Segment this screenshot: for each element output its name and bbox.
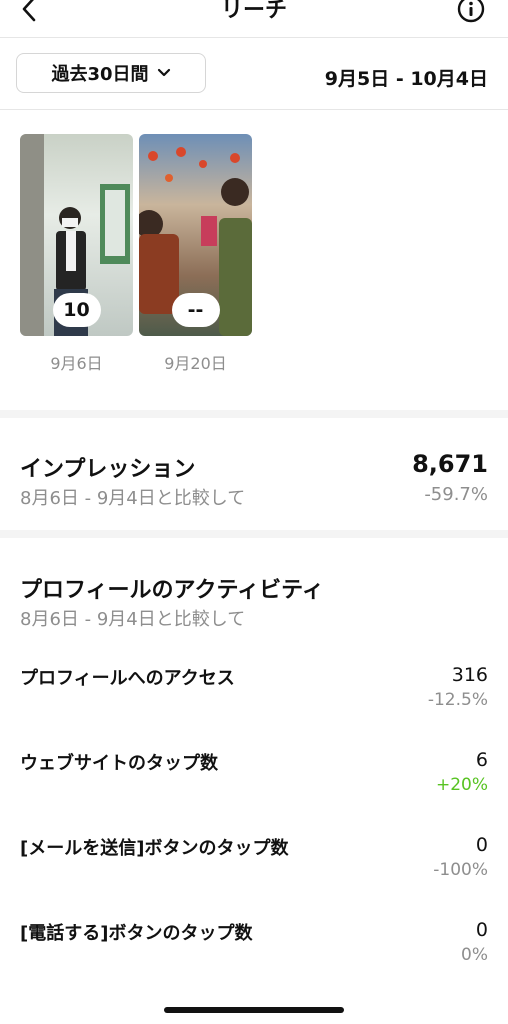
metric-change: -100% <box>433 860 488 880</box>
section-divider <box>0 410 508 418</box>
post-thumbnail[interactable]: -- <box>139 134 252 336</box>
chevron-down-icon <box>157 68 170 77</box>
metric-change: -12.5% <box>427 690 488 710</box>
section-divider <box>0 530 508 538</box>
post-count-badge: 10 <box>52 293 101 327</box>
impressions-change: -59.7% <box>424 484 488 505</box>
post-date: 9月6日 <box>50 354 103 373</box>
metric-value: 0 <box>475 919 488 941</box>
profile-activity-comparison: 8月6日 - 9月4日と比較して <box>20 609 246 630</box>
date-filter-row: 過去30日間 9月5日 - 10月4日 <box>0 38 508 110</box>
impressions-title: インプレッション <box>20 457 196 482</box>
top-nav-bar: リーチ <box>0 0 508 38</box>
metric-label: ウェブサイトのタップ数 <box>20 753 218 774</box>
impressions-comparison: 8月6日 - 9月4日と比較して <box>20 488 246 509</box>
profile-activity-title: プロフィールのアクティビティ <box>20 578 324 603</box>
period-select-button[interactable]: 過去30日間 <box>16 53 206 93</box>
post-date: 9月20日 <box>164 354 227 373</box>
impressions-value: 8,671 <box>412 450 488 478</box>
metric-change: 0% <box>461 945 488 965</box>
metric-value: 0 <box>475 834 488 856</box>
metric-value: 316 <box>451 664 488 686</box>
period-label: 過去30日間 <box>51 64 149 85</box>
post-thumbnail[interactable]: 10 <box>20 134 133 336</box>
metric-change: +20% <box>435 775 488 795</box>
metric-label: [電話する]ボタンのタップ数 <box>20 923 253 944</box>
info-icon <box>457 0 485 23</box>
home-indicator[interactable] <box>164 1007 344 1013</box>
metric-label: [メールを送信]ボタンのタップ数 <box>20 838 289 859</box>
metric-value: 6 <box>475 749 488 771</box>
post-thumbnails: 10 -- 9月6日 9月20日 <box>0 110 508 410</box>
page-title: リーチ <box>220 0 287 23</box>
metric-label: プロフィールへのアクセス <box>20 668 235 689</box>
post-count-badge: -- <box>171 293 220 327</box>
info-button[interactable] <box>456 0 486 24</box>
date-range-label: 9月5日 - 10月4日 <box>324 68 488 90</box>
